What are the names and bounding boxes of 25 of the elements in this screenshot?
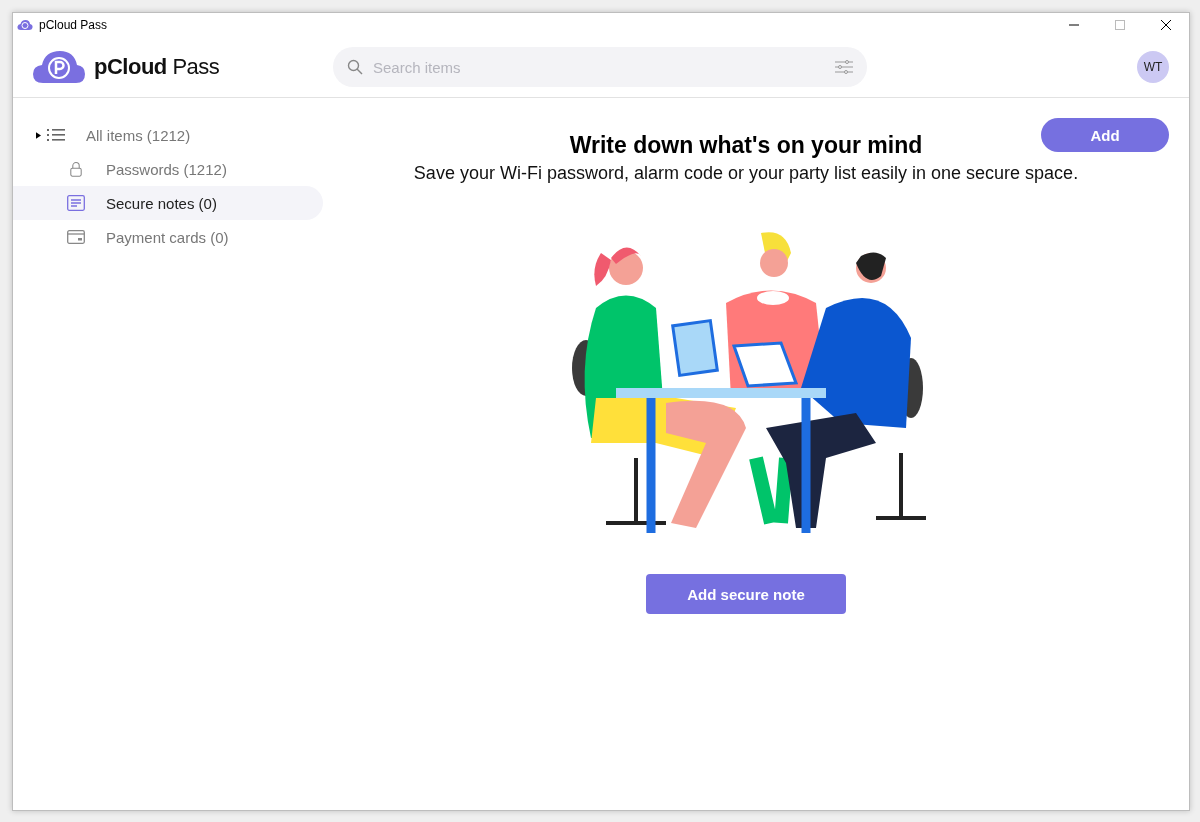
card-icon — [67, 229, 85, 245]
sidebar-item[interactable]: Payment cards (0) — [13, 220, 323, 254]
sidebar-item-label: Passwords (1212) — [106, 160, 227, 178]
add-button[interactable]: Add — [1041, 118, 1169, 152]
cloud-logo-icon — [33, 51, 85, 83]
close-icon[interactable] — [1161, 20, 1171, 30]
sidebar-item-label: Secure notes (0) — [106, 194, 217, 212]
add-secure-note-button[interactable]: Add secure note — [646, 574, 846, 614]
sidebar-item[interactable]: Passwords (1212) — [13, 152, 323, 186]
filter-icon[interactable] — [835, 60, 853, 74]
list-icon — [47, 127, 65, 143]
empty-state-title: Write down what's on your mind — [569, 132, 923, 159]
search-field[interactable]: Search items — [333, 47, 867, 87]
sidebar-item-label: Payment cards (0) — [106, 228, 229, 246]
lock-icon — [67, 161, 85, 177]
caret-icon[interactable] — [36, 131, 41, 139]
user-avatar[interactable]: WT — [1137, 51, 1169, 83]
app-icon — [17, 19, 33, 31]
app-logo-text: pCloud Pass — [94, 54, 220, 80]
sidebar-item-label: All items (1212) — [86, 126, 191, 144]
sidebar-item[interactable]: Secure notes (0) — [13, 186, 323, 220]
window-title: pCloud Pass — [39, 18, 108, 32]
sidebar-item[interactable]: All items (1212) — [13, 118, 323, 152]
empty-state-description: Save your Wi-Fi password, alarm code or your party list easily in one secure space. — [413, 163, 1079, 184]
note-icon — [67, 195, 85, 211]
